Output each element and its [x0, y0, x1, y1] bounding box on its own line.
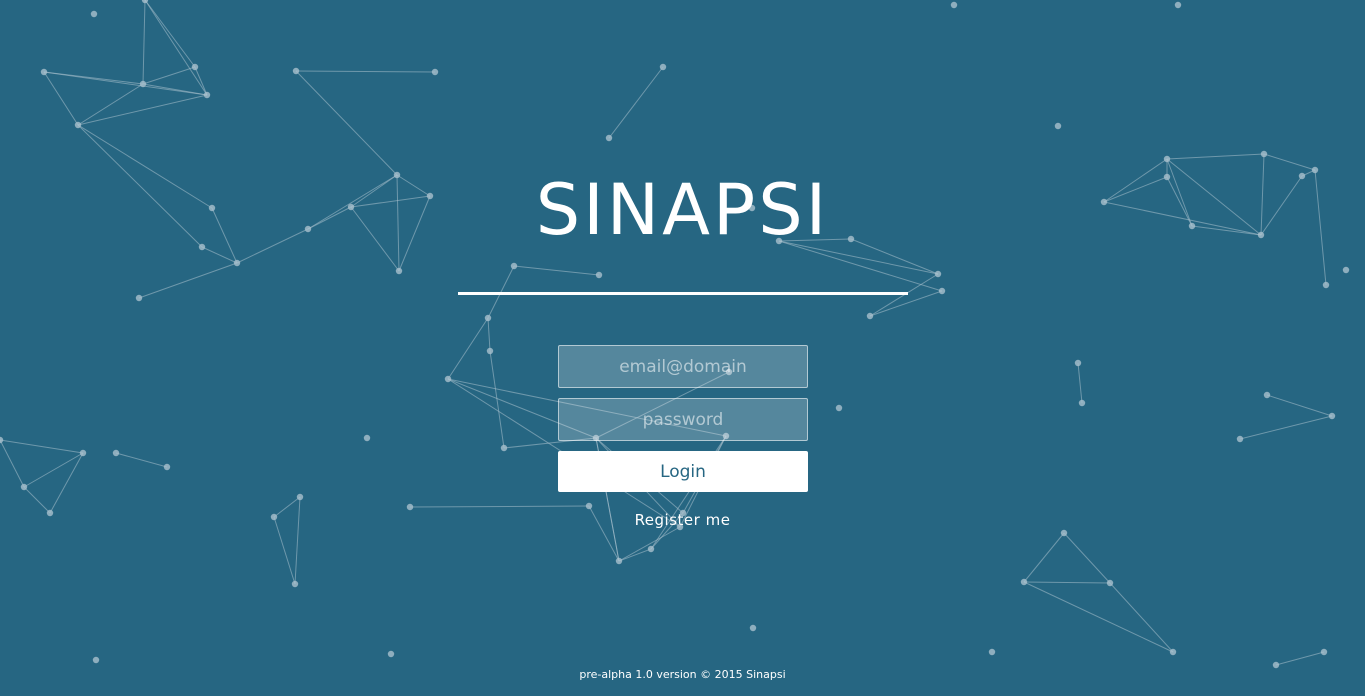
title-underline — [458, 292, 908, 295]
login-button[interactable]: Login — [558, 451, 808, 492]
password-field[interactable] — [558, 398, 808, 441]
brand-title: SINAPSI — [535, 169, 830, 251]
register-link[interactable]: Register me — [0, 511, 1365, 529]
email-field[interactable] — [558, 345, 808, 388]
login-panel: SINAPSI Login Register me pre-alpha 1.0 … — [0, 0, 1365, 696]
footer-text: pre-alpha 1.0 version © 2015 Sinapsi — [579, 668, 786, 681]
